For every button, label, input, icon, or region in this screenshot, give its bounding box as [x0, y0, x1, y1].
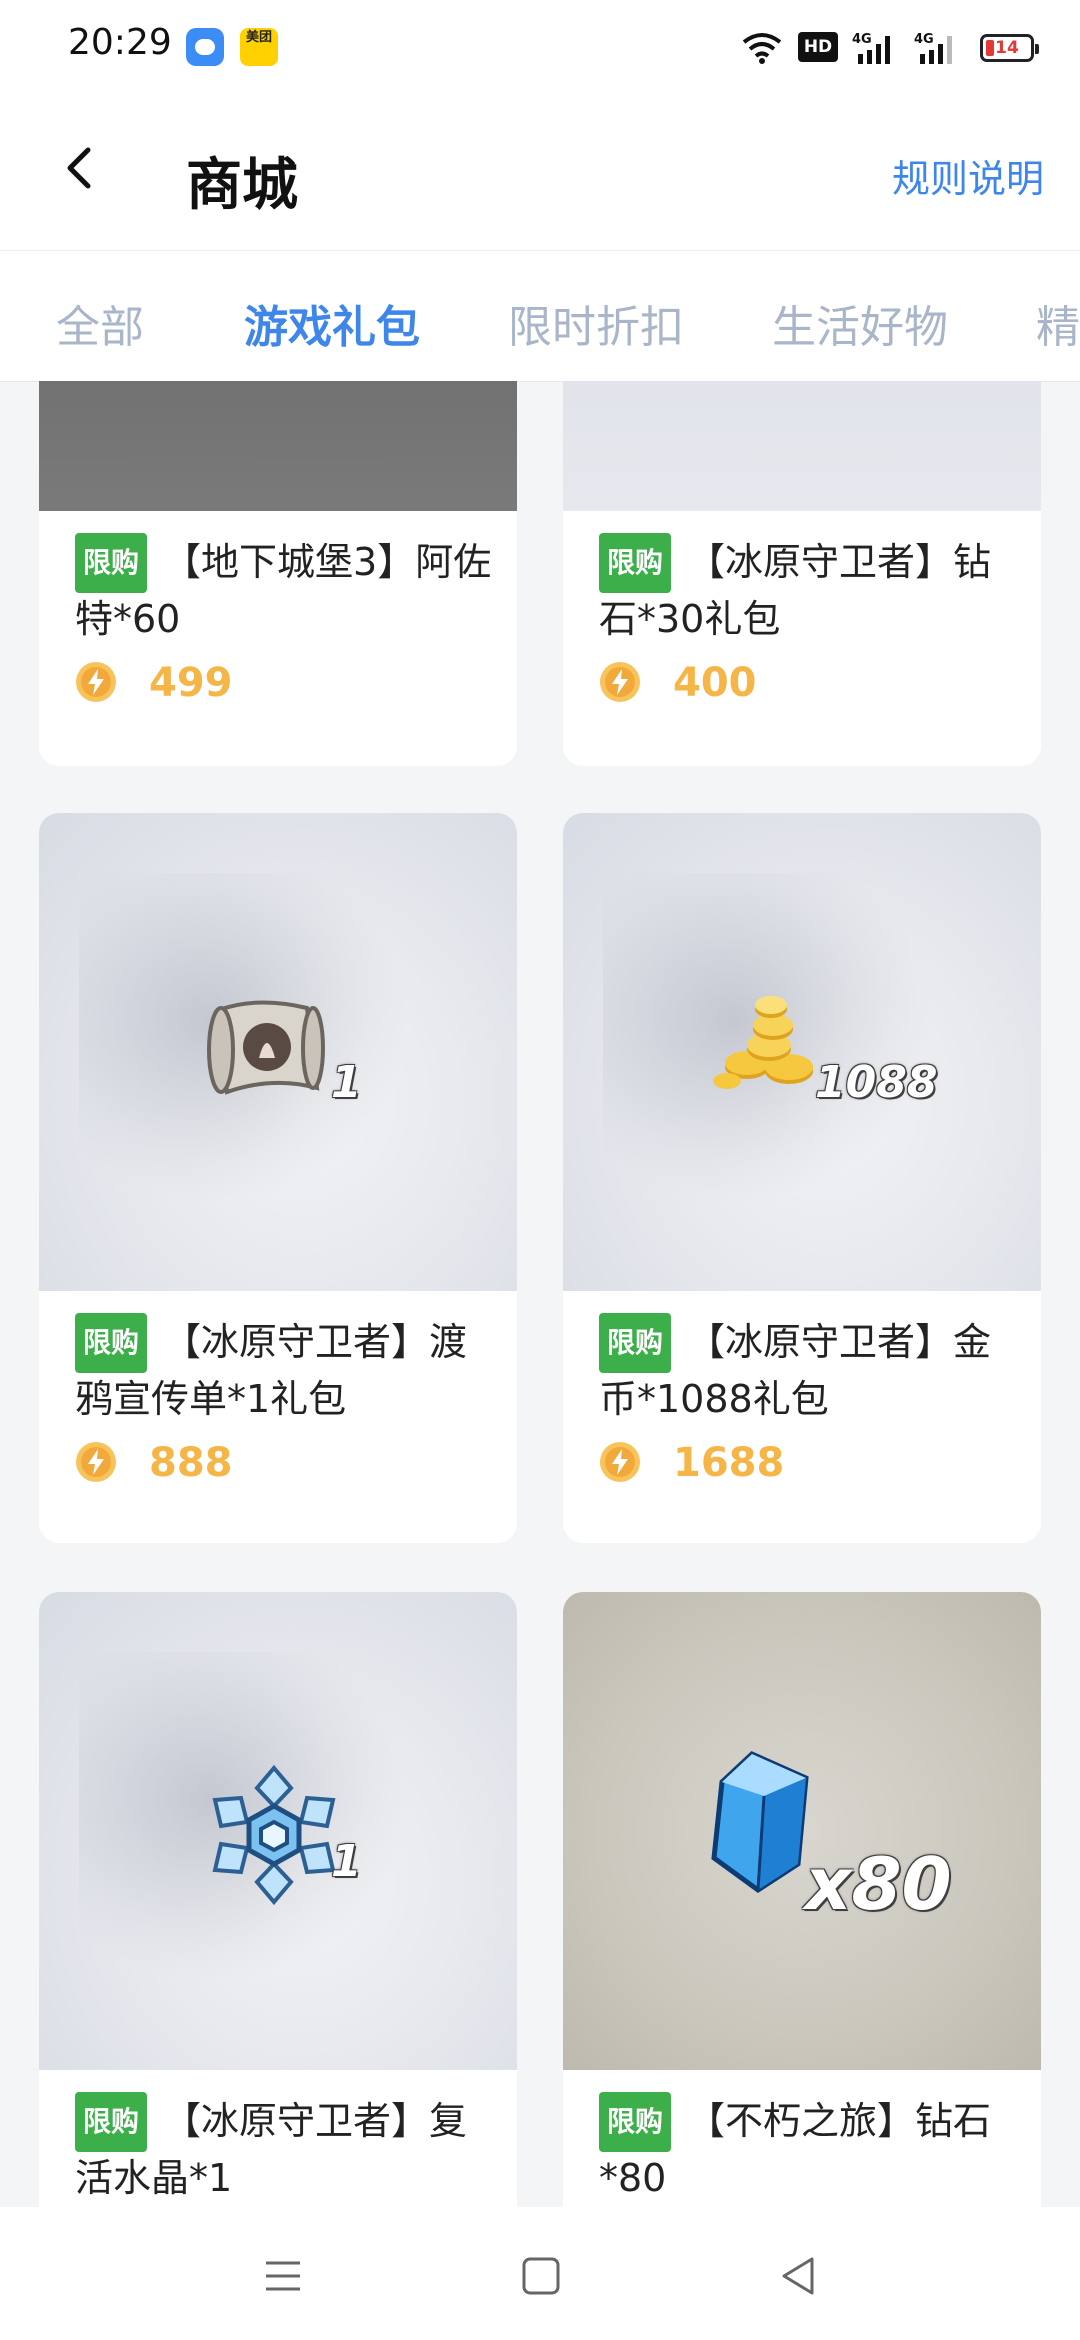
product-card[interactable]: 1 限购 【冰原守卫者】复活水晶*1 [39, 1592, 517, 2207]
limit-badge: 限购 [599, 533, 672, 593]
tab-all[interactable]: 全部 [56, 291, 144, 355]
coin-icon [600, 662, 640, 702]
product-card[interactable]: 限购 【冰原守卫者】钻石*30礼包 400 [563, 381, 1041, 766]
signal-icon: 4G [914, 32, 952, 64]
scroll-flyer-icon [207, 1000, 325, 1095]
product-image: 1 [39, 1592, 517, 2070]
product-image [563, 381, 1041, 511]
product-price: 400 [673, 660, 757, 706]
status-time: 20:29 [68, 22, 172, 63]
tab-game-packs[interactable]: 游戏礼包 [244, 291, 420, 355]
diamond-icon [711, 1751, 809, 1894]
product-card[interactable]: 1088 限购 【冰原守卫者】金币*1088礼包 1688 [563, 813, 1041, 1543]
revive-crystal-icon [212, 1764, 336, 1906]
header-bar: 商城 规则说明 [0, 96, 1080, 250]
limit-badge: 限购 [75, 1313, 148, 1373]
product-image: x80 [563, 1592, 1041, 2070]
wifi-icon [742, 33, 782, 64]
product-price: 888 [149, 1440, 233, 1486]
product-card[interactable]: x80 限购 【不朽之旅】钻石*80 [563, 1592, 1041, 2207]
coin-icon [76, 1442, 116, 1482]
limit-badge: 限购 [599, 1313, 672, 1373]
signal-icon: 4G [852, 32, 890, 64]
item-quantity: 1 [331, 1057, 362, 1108]
svg-text:4G: 4G [914, 32, 934, 47]
back-arrow-icon[interactable] [52, 138, 112, 198]
product-price: 499 [149, 660, 233, 706]
tab-limited-discount[interactable]: 限时折扣 [508, 291, 684, 355]
back-icon[interactable] [774, 2251, 824, 2301]
product-grid: 限购 【地下城堡3】阿佐特*60 499 限购 【冰原守卫者】钻石*30礼包 400 [0, 381, 1080, 2207]
limit-badge: 限购 [599, 2092, 672, 2152]
coin-icon [600, 1442, 640, 1482]
item-quantity: 1088 [815, 1057, 938, 1108]
coin-icon [76, 662, 116, 702]
product-image: 1088 [563, 813, 1041, 1291]
product-card[interactable]: 1 限购 【冰原守卫者】渡鸦宣传单*1礼包 888 [39, 813, 517, 1543]
limit-badge: 限购 [75, 533, 148, 593]
battery-level: 14 [995, 38, 1019, 58]
app-notification-icon [186, 28, 224, 66]
product-price: 1688 [673, 1440, 785, 1486]
item-quantity: 1 [331, 1836, 362, 1887]
svg-text:4G: 4G [852, 32, 872, 47]
tab-featured[interactable]: 精 [1036, 291, 1080, 355]
tab-lifestyle[interactable]: 生活好物 [772, 291, 948, 355]
hd-icon: HD [798, 32, 838, 62]
category-tabs: 全部 游戏礼包 限时折扣 生活好物 精 [0, 250, 1080, 382]
page-title: 商城 [186, 153, 298, 218]
status-bar: 20:29 美团 HD 4G 4G 14 [0, 0, 1080, 96]
system-nav-bar [0, 2207, 1080, 2340]
product-card[interactable]: 限购 【地下城堡3】阿佐特*60 499 [39, 381, 517, 766]
product-image [39, 381, 517, 511]
home-icon[interactable] [516, 2251, 566, 2301]
product-image: 1 [39, 813, 517, 1291]
rules-link[interactable]: 规则说明 [892, 148, 1044, 203]
item-quantity: x80 [805, 1842, 952, 1926]
menu-icon[interactable] [258, 2251, 308, 2301]
meituan-app-icon: 美团 [240, 28, 278, 66]
limit-badge: 限购 [75, 2092, 148, 2152]
battery-icon: 14 [980, 34, 1039, 62]
